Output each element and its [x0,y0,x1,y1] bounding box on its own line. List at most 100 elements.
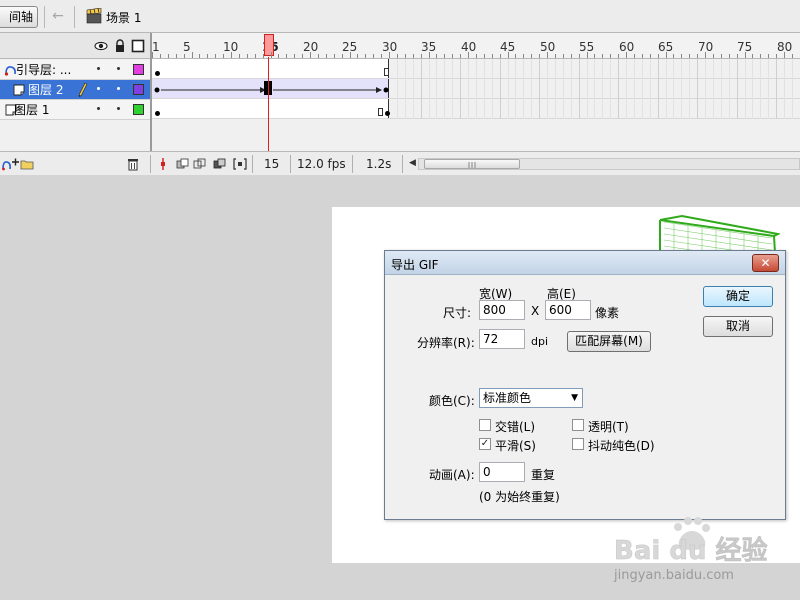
resolution-input[interactable] [479,329,525,349]
ruler-tick [515,54,516,58]
ruler-number: 5 [183,40,191,54]
ruler-tick [594,54,595,58]
visibility-dot[interactable] [97,87,100,90]
ruler-tick [176,54,177,58]
animation-repeat-input[interactable] [479,462,525,482]
frame-span[interactable] [152,99,389,118]
frame-cell-divider [579,59,580,79]
pencil-edit-icon [78,82,88,97]
frame-cell-divider [579,79,580,99]
frame-cell-divider [626,99,627,119]
frame-cell-divider [776,99,777,119]
baidu-watermark-logo: Bai du 经验 jingyan.baidu.com [613,517,768,583]
ruler-tick [444,54,445,58]
frame-cell-divider [745,59,746,79]
smooth-checkbox[interactable]: ✓ [479,438,491,450]
cancel-button[interactable]: 取消 [703,316,773,337]
match-screen-button[interactable]: 匹配屏幕(M) [567,331,651,352]
frame-cell-divider [760,99,761,119]
color-select[interactable]: 标准颜色 ▼ [479,388,583,408]
frame-grid[interactable] [152,59,800,119]
visibility-dot[interactable] [97,107,100,110]
frame-cell-divider [658,99,659,119]
visibility-dot[interactable] [97,67,100,70]
frame-cell-divider [571,79,572,99]
center-frame-icon[interactable] [156,157,170,171]
frame-cell-divider [476,59,477,79]
layer-row-layer-2[interactable]: 图层 2 [0,80,150,100]
ok-button[interactable]: 确定 [703,286,773,307]
transparent-checkbox[interactable] [572,419,584,431]
ruler-tick [223,54,224,58]
playhead-handle[interactable] [264,34,274,56]
frame-cell-divider [547,59,548,79]
layer-row-guide[interactable]: 引导层: ... [0,60,150,80]
frame-cell-divider [673,99,674,119]
frame-cell-divider [642,79,643,99]
ruler-tick [207,54,208,58]
frame-row-layer-2[interactable] [152,79,800,99]
frame-cell-divider [563,99,564,119]
outline-icon[interactable] [131,39,145,53]
timeline-horizontal-scrollbar[interactable] [418,158,800,170]
ruler-tick [610,54,611,58]
layer-color-swatch[interactable] [133,104,144,115]
footer-separator [252,155,253,173]
layer-color-swatch[interactable] [133,84,144,95]
frame-cell-divider [618,99,619,119]
frame-row-layer-1[interactable] [152,99,800,119]
scene-breadcrumb[interactable]: 场景 1 [106,9,141,26]
footer-separator [290,155,291,173]
frame-ruler[interactable]: 1 5 10 15 20 25 30 35 40 45 50 55 60 65 … [152,33,800,59]
back-arrow-icon[interactable]: ← [50,8,66,24]
frame-cell-divider [468,99,469,119]
keyframe-dot[interactable] [155,111,160,116]
keyframe-dot[interactable] [385,111,390,116]
frame-span[interactable] [152,59,389,78]
ruler-tick [571,54,572,58]
onion-skin-icon[interactable] [176,157,190,171]
width-input[interactable] [479,300,525,320]
lock-dot[interactable] [117,67,120,70]
insert-folder-icon[interactable] [20,157,34,171]
frame-cell-divider [713,59,714,79]
dither-label: 抖动纯色(D) [588,439,655,453]
close-button[interactable]: ✕ [752,254,779,272]
ruler-tick [468,52,469,58]
eye-icon[interactable] [94,39,108,53]
layer-name: 图层 2 [28,83,64,97]
frame-rate-readout[interactable]: 12.0 fps [297,155,346,173]
lock-dot[interactable] [117,107,120,110]
layer-row-layer-1[interactable]: 图层 1 [0,100,150,120]
frame-cell-divider [452,59,453,79]
scrollbar-thumb[interactable] [424,159,520,169]
ruler-tick [381,54,382,58]
height-input[interactable] [545,300,591,320]
frame-row-guide[interactable] [152,59,800,79]
lock-icon[interactable] [113,39,127,53]
ruler-tick [310,52,311,58]
grip-icon [468,162,476,168]
frame-cell-divider [634,99,635,119]
frame-cell-divider [413,79,414,99]
trash-icon[interactable] [126,157,140,171]
ruler-tick [357,54,358,58]
add-motion-guide-icon[interactable] [2,157,20,171]
modify-onion-markers-icon[interactable] [233,157,247,171]
edit-multiple-frames-icon[interactable] [213,157,227,171]
onion-skin-outline-icon[interactable] [193,157,207,171]
current-frame-readout: 15 [264,157,280,171]
resolution-label: 分辨率(R): [417,336,475,350]
layer-color-swatch[interactable] [133,64,144,75]
dither-checkbox[interactable] [572,438,584,450]
ruler-tick [563,54,564,58]
ruler-tick [666,52,667,58]
timeline-toggle-button[interactable]: 间轴 [0,6,38,28]
lock-dot[interactable] [117,87,120,90]
keyframe-dot[interactable] [155,71,160,76]
scroll-left-arrow-icon[interactable]: ◀ [409,158,416,168]
interlace-checkbox[interactable] [479,419,491,431]
dpi-unit-label: dpi [531,335,549,348]
layer-header [0,33,150,59]
dialog-titlebar[interactable]: 导出 GIF ✕ [385,251,785,275]
